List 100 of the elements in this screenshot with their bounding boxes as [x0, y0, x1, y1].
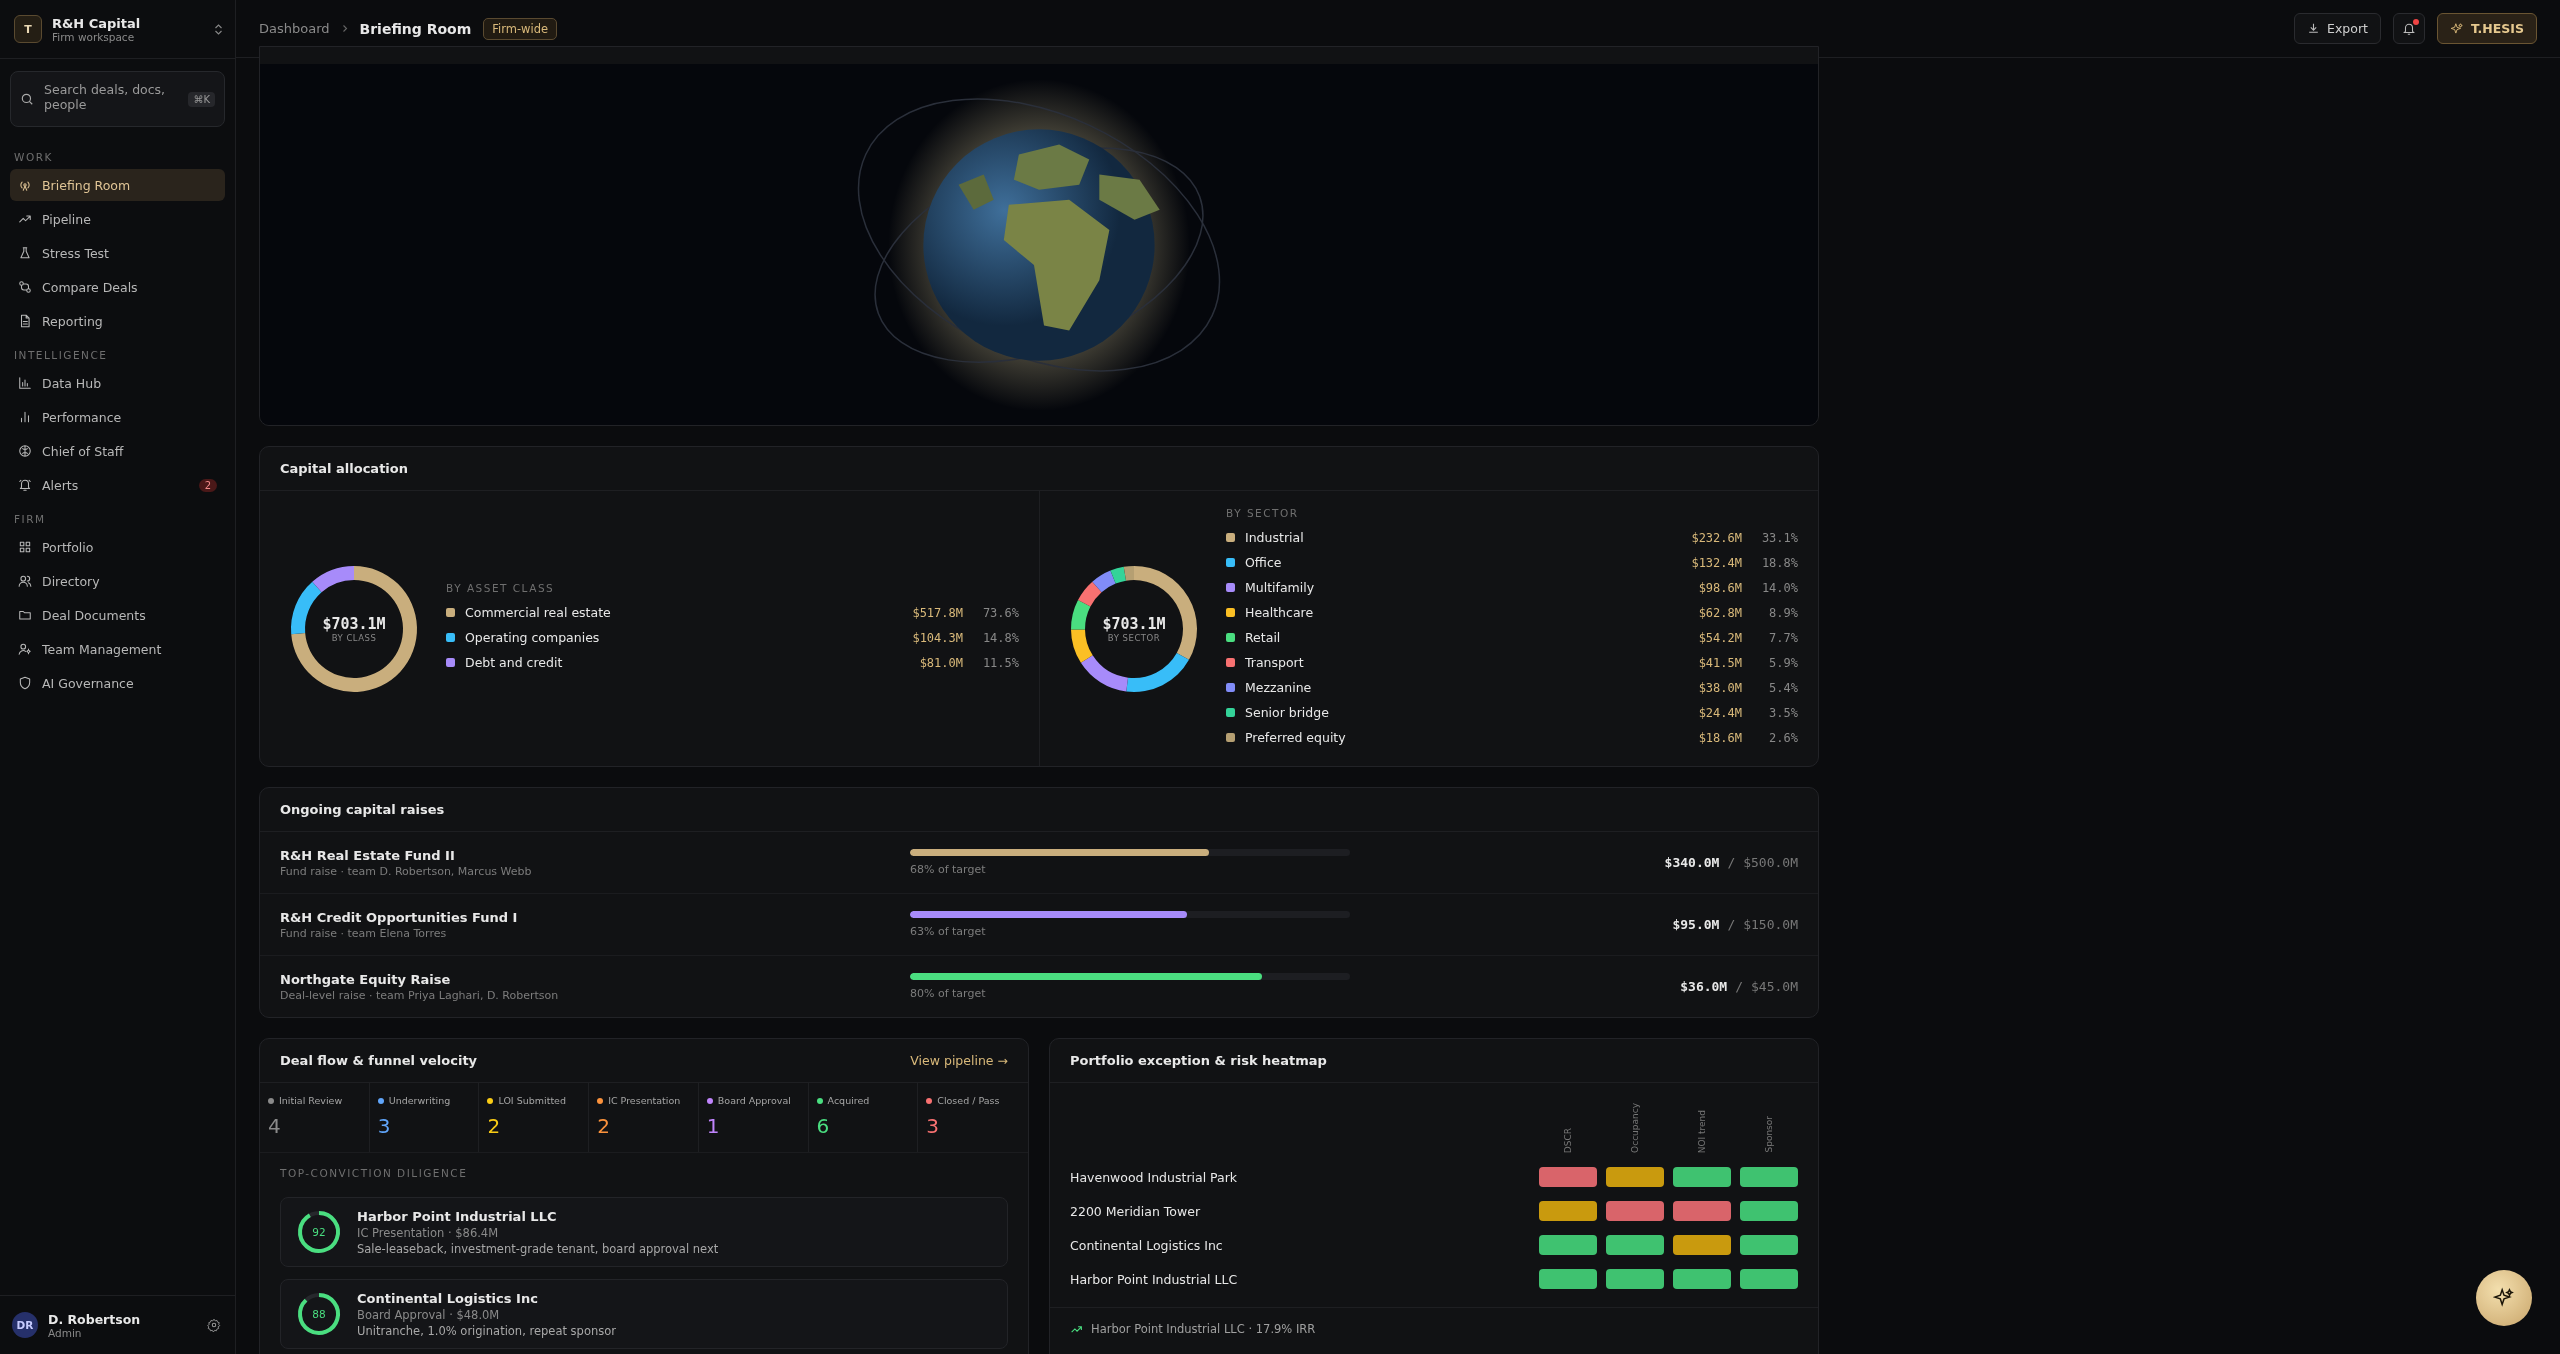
stage-label: LOI Submitted: [498, 1095, 566, 1106]
legend-heading: BY ASSET CLASS: [446, 582, 556, 594]
notifications-button[interactable]: [2392, 13, 2425, 44]
column-header: DSCR: [1563, 1127, 1573, 1153]
download-icon: [2307, 22, 2321, 35]
column-header: Sponsor: [1764, 1116, 1774, 1153]
legend-amount: $98.6M: [1698, 580, 1742, 595]
legend-label: Office: [1245, 555, 1283, 570]
legend-label: Senior bridge: [1245, 705, 1330, 720]
chevron-right-icon: [341, 24, 348, 33]
deal-note: Unitranche, 1.0% origination, repeat sponsor: [357, 1323, 616, 1338]
raise-detail: Deal-level raise · team Priya Laghari, D. Robertson: [280, 988, 560, 1002]
donut-slice: [1071, 599, 1091, 629]
search-input[interactable]: Search deals, docs, people: [42, 80, 181, 118]
bar-chart-icon: [18, 376, 32, 390]
raise-name: Northgate Equity Raise: [280, 971, 452, 987]
column-header: Occupancy: [1630, 1103, 1640, 1153]
deal-name: Continental Logistics Inc: [357, 1290, 539, 1306]
deal-note: Sale-leaseback, investment-grade tenant, board approval next: [357, 1241, 719, 1256]
nav-item[interactable]: Chief of Staff: [10, 435, 225, 467]
legend-label: Multifamily: [1245, 580, 1316, 595]
donut-slice: [1078, 581, 1102, 607]
settings-icon[interactable]: [207, 1318, 221, 1332]
nav-item[interactable]: Team Management: [10, 633, 225, 665]
legend-share: 14.8%: [981, 630, 1019, 645]
legend-amount: $41.5M: [1698, 655, 1742, 670]
legend-amount: $54.2M: [1698, 630, 1742, 645]
assistant-button[interactable]: T.HESIS: [2436, 13, 2537, 44]
legend-amount: $104.3M: [912, 630, 963, 645]
deal-stage: Board Approval · $48.0M: [357, 1307, 501, 1322]
stage-count: 1: [706, 1114, 721, 1138]
compare-icon: [18, 280, 32, 294]
legend-label: Industrial: [1245, 530, 1305, 545]
section-heading: WORK: [14, 151, 54, 163]
raise-detail: Fund raise · team D. Robertson, Marcus Webb: [280, 864, 533, 878]
row-label: 2200 Meridian Tower: [1070, 1203, 1202, 1219]
target-amount: $500.0M: [1743, 855, 1798, 870]
nav-item[interactable]: Compare Deals: [10, 271, 225, 303]
raise-name: R&H Real Estate Fund II: [280, 847, 456, 863]
target-amount: $45.0M: [1751, 979, 1798, 994]
legend-share: 5.9%: [1768, 655, 1798, 670]
nav-item[interactable]: Data Hub: [10, 367, 225, 399]
card-title: Portfolio exception & risk heatmap: [1070, 1053, 1327, 1068]
legend-label: Debt and credit: [465, 655, 564, 670]
section-heading: FIRM: [14, 513, 47, 525]
legend-label: Commercial real estate: [465, 605, 612, 620]
legend-amount: $132.4M: [1691, 555, 1742, 570]
folder-icon: [18, 608, 32, 622]
legend-share: 2.6%: [1768, 730, 1798, 745]
progress-label: 80% of target: [910, 987, 987, 1000]
score-value: 88: [312, 1308, 326, 1320]
legend-amount: $517.8M: [912, 605, 963, 620]
bell-icon: [2401, 21, 2416, 36]
people-icon: [18, 574, 32, 588]
stage-label: Initial Review: [279, 1095, 343, 1106]
assistant-fab[interactable]: [2476, 1270, 2532, 1326]
section-heading: INTELLIGENCE: [14, 349, 109, 361]
stage-count: 2: [487, 1114, 502, 1138]
breadcrumb-link[interactable]: Dashboard: [259, 21, 330, 36]
stage-count: 2: [597, 1114, 611, 1138]
legend-amount: $38.0M: [1698, 680, 1742, 695]
alarm-icon: [18, 478, 32, 492]
nav-item[interactable]: Briefing Room: [10, 169, 225, 201]
deal-name: Harbor Point Industrial LLC: [357, 1208, 558, 1224]
stage-count: 3: [377, 1114, 392, 1138]
user-avatar[interactable]: DR: [12, 1312, 38, 1338]
stage-count: 6: [816, 1114, 831, 1138]
raised-amount: $340.0M: [1664, 855, 1720, 870]
progress-label: 63% of target: [910, 925, 987, 938]
view-pipeline-link[interactable]: View pipeline →: [910, 1053, 1008, 1068]
deal-card[interactable]: 92 Harbor Point Industrial LLC IC Presentation · $86.4M Sale-leaseback, investment-grade tenant, board approval next: [280, 1197, 1008, 1267]
nav-item[interactable]: Portfolio: [10, 531, 225, 563]
nav-item[interactable]: Alerts 2: [10, 469, 225, 501]
chevron-updown-icon[interactable]: [214, 22, 223, 36]
legend-share: 11.5%: [981, 655, 1019, 670]
deal-card[interactable]: 88 Continental Logistics Inc Board Approval · $48.0M Unitranche, 1.0% origination, repeat sponsor: [280, 1279, 1008, 1349]
raise-detail: Fund raise · team Elena Torres: [280, 926, 448, 940]
export-button[interactable]: Export: [2294, 13, 2381, 44]
nav-item[interactable]: AI Governance: [10, 667, 225, 699]
search-field[interactable]: Search deals, docs, people ⌘K: [10, 71, 225, 127]
raised-amount: $95.0M: [1672, 917, 1720, 932]
row-label: Continental Logistics Inc: [1070, 1237, 1224, 1253]
legend-label: Healthcare: [1245, 605, 1315, 620]
legend-label: Mezzanine: [1245, 680, 1313, 695]
target-amount: $150.0M: [1743, 917, 1798, 932]
search-icon: [20, 92, 34, 106]
donut-label: BY SECTOR: [1107, 632, 1161, 643]
nav-item[interactable]: Pipeline: [10, 203, 225, 235]
workspace-label: Firm workspace: [52, 30, 135, 43]
logo: T: [14, 15, 42, 43]
user-role: Admin: [48, 1326, 83, 1339]
stage-label: Underwriting: [388, 1095, 451, 1106]
nav-item[interactable]: Performance: [10, 401, 225, 433]
nav-item[interactable]: Stress Test: [10, 237, 225, 269]
nav-item[interactable]: Directory: [10, 565, 225, 597]
nav-item[interactable]: Reporting: [10, 305, 225, 337]
card-title: Deal flow & funnel velocity: [280, 1053, 478, 1068]
legend-label: Preferred equity: [1245, 730, 1347, 745]
deal-stage: IC Presentation · $86.4M: [357, 1225, 500, 1240]
nav-item[interactable]: Deal Documents: [10, 599, 225, 631]
